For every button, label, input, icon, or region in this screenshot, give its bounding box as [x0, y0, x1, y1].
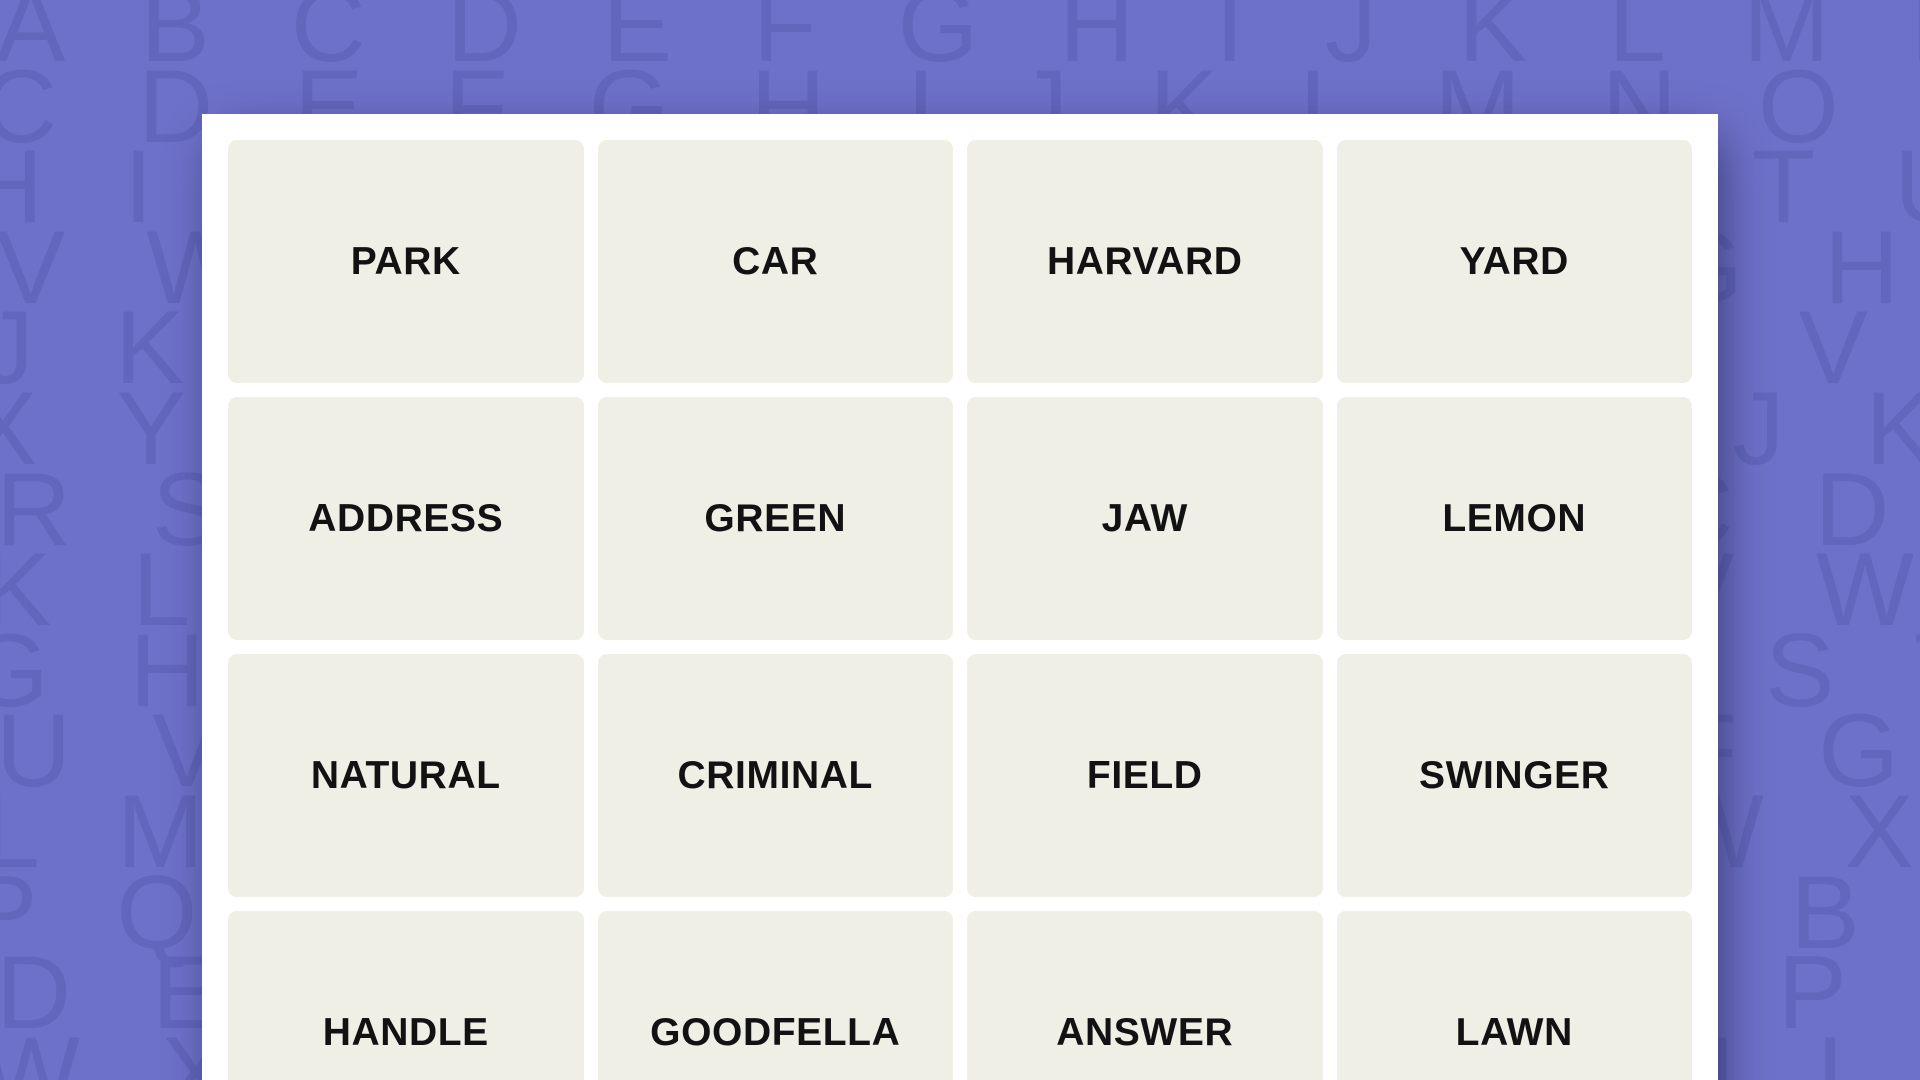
word-tile-grid: PARK CAR HARVARD YARD ADDRESS GREEN JAW LEMON NA… — [228, 140, 1692, 1080]
screen: A B C D E F G H I J K L M N O P Q R S T … — [0, 0, 1920, 1080]
word-tile-label: ADDRESS — [308, 497, 504, 540]
word-tile[interactable]: PARK — [228, 140, 584, 383]
word-tile-label: SWINGER — [1418, 754, 1610, 797]
word-tile[interactable]: LAWN — [1336, 911, 1692, 1080]
word-tile[interactable]: HARVARD — [967, 140, 1323, 383]
word-tile-label: GOODFELLA — [650, 1011, 901, 1054]
word-tile[interactable]: JAW — [967, 397, 1323, 640]
word-tile-label: LAWN — [1455, 1011, 1573, 1054]
word-tile-label: CAR — [732, 240, 819, 283]
word-tile[interactable]: YARD — [1336, 140, 1692, 383]
word-tile[interactable]: GOODFELLA — [597, 911, 953, 1080]
word-tile[interactable]: HANDLE — [228, 911, 584, 1080]
word-tile[interactable]: NATURAL — [228, 654, 584, 897]
word-tile[interactable]: CAR — [597, 140, 953, 383]
word-tile-label: NATURAL — [310, 754, 501, 797]
word-tile[interactable]: GREEN — [597, 397, 953, 640]
word-tile-label: LEMON — [1442, 497, 1587, 540]
word-tile-label: HARVARD — [1046, 240, 1243, 283]
word-tile-label: PARK — [350, 240, 461, 283]
word-tile-label: YARD — [1459, 240, 1569, 283]
word-tile-label: ANSWER — [1056, 1011, 1234, 1054]
word-tile-label: HANDLE — [322, 1011, 489, 1054]
word-tile-label: CRIMINAL — [677, 754, 873, 797]
word-tile-label: JAW — [1101, 497, 1188, 540]
word-tile[interactable]: ANSWER — [967, 911, 1323, 1080]
word-tile[interactable]: ADDRESS — [228, 397, 584, 640]
game-board-card: PARK CAR HARVARD YARD ADDRESS GREEN JAW LEMON NA… — [202, 114, 1718, 1080]
background-letter-row: A B C D E F G H I J K L M N O P Q R S T … — [0, 0, 1920, 84]
word-tile[interactable]: LEMON — [1336, 397, 1692, 640]
word-tile[interactable]: FIELD — [967, 654, 1323, 897]
word-tile[interactable]: SWINGER — [1336, 654, 1692, 897]
word-tile-label: FIELD — [1086, 754, 1203, 797]
word-tile[interactable]: CRIMINAL — [597, 654, 953, 897]
word-tile-label: GREEN — [704, 497, 847, 540]
